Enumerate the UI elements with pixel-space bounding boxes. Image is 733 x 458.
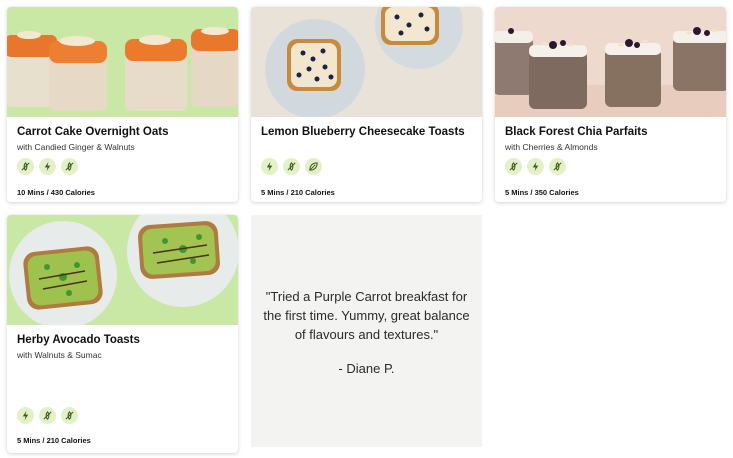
recipe-time-calories: 5 Mins / 350 Calories [505,188,579,197]
no-gluten-icon [283,158,300,175]
testimonial-author: - Diane P. [338,360,395,376]
recipe-photo-black-forest-parfaits [495,7,726,117]
recipe-subtitle: with Cherries & Almonds [505,142,598,152]
energy-bolt-icon [39,158,56,175]
diet-icons [505,158,566,175]
recipe-photo-carrot-cake-oats [7,7,238,117]
recipe-time-calories: 5 Mins / 210 Calories [17,436,91,445]
recipe-photo-herby-avocado-toasts [7,215,238,325]
recipe-time-calories: 5 Mins / 210 Calories [261,188,335,197]
recipe-photo-lemon-blueberry-toasts [251,7,482,117]
recipe-subtitle: with Candied Ginger & Walnuts [17,142,135,152]
energy-bolt-icon [527,158,544,175]
recipe-title[interactable]: Carrot Cake Overnight Oats [17,126,168,138]
recipe-subtitle: with Walnuts & Sumac [17,350,102,360]
no-gluten-icon [549,158,566,175]
testimonial-card: "Tried a Purple Carrot breakfast for the… [251,215,482,447]
recipe-title[interactable]: Black Forest Chia Parfaits [505,126,648,138]
recipe-card-lemon-blueberry-toasts[interactable]: Lemon Blueberry Cheesecake Toasts 5 Mins… [251,7,482,202]
no-gluten-icon [39,407,56,424]
testimonial-quote: "Tried a Purple Carrot breakfast for the… [263,288,470,342]
recipe-card-black-forest-parfaits[interactable]: Black Forest Chia Parfaits with Cherries… [495,7,726,202]
recipe-title[interactable]: Lemon Blueberry Cheesecake Toasts [261,126,465,138]
recipe-card-carrot-cake-oats[interactable]: Carrot Cake Overnight Oats with Candied … [7,7,238,202]
energy-bolt-icon [261,158,278,175]
diet-icons [261,158,322,175]
no-gluten-icon [17,158,34,175]
diet-icons [17,407,78,424]
energy-bolt-icon [17,407,34,424]
no-gluten-icon [61,158,78,175]
no-gluten-icon [505,158,522,175]
recipe-card-herby-avocado-toasts[interactable]: Herby Avocado Toasts with Walnuts & Suma… [7,215,238,453]
leaf-icon [305,158,322,175]
no-gluten-icon [61,407,78,424]
recipe-time-calories: 10 Mins / 430 Calories [17,188,95,197]
recipe-title[interactable]: Herby Avocado Toasts [17,334,140,346]
diet-icons [17,158,78,175]
